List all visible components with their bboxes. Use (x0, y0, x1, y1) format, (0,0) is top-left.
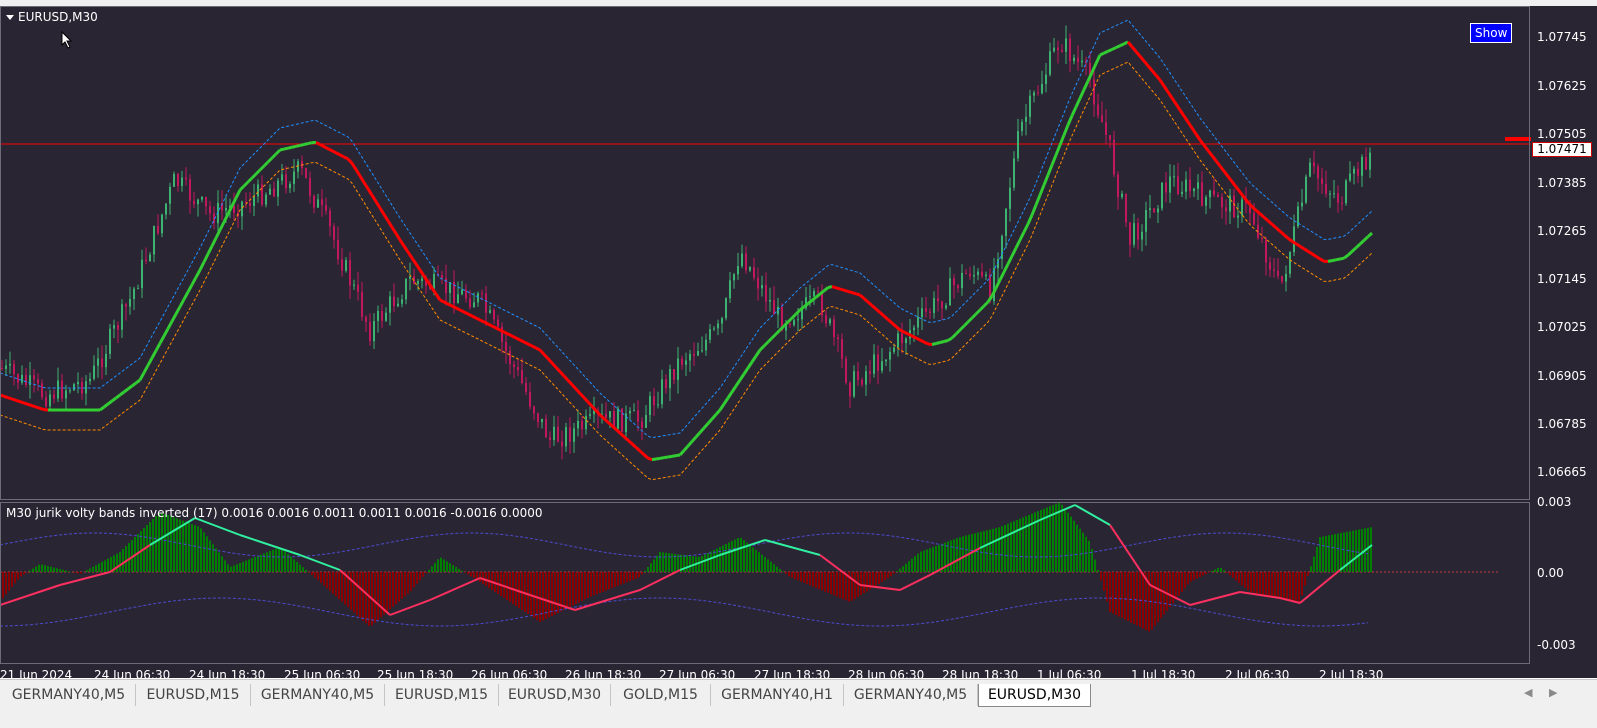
symbol-label: EURUSD,M30 (18, 10, 98, 24)
tab-eurusd-m30[interactable]: EURUSD,M30 (499, 684, 611, 706)
tab-eurusd-m15[interactable]: EURUSD,M15 (385, 684, 499, 706)
price-axis-label: 1.06665 (1537, 465, 1587, 479)
chevron-down-icon[interactable] (6, 15, 14, 20)
price-axis-label: 1.07145 (1537, 272, 1587, 286)
chart-tab-bar: GERMANY40,M5 EURUSD,M15 GERMANY40,M5 EUR… (0, 679, 1597, 728)
tab-germany40-m5[interactable]: GERMANY40,M5 (844, 684, 978, 706)
mouse-pointer-icon (61, 31, 73, 49)
main-chart-pane (0, 6, 1530, 500)
chevron-left-icon[interactable]: ◀ (1524, 686, 1532, 699)
current-price-tag: 1.07471 (1532, 142, 1592, 157)
price-axis-label: 1.07745 (1537, 30, 1587, 44)
chevron-right-icon[interactable]: ▶ (1549, 686, 1557, 699)
indicator-axis-label: 0.003 (1537, 495, 1571, 509)
price-axis-label: 1.06905 (1537, 369, 1587, 383)
price-axis-label: 1.07625 (1537, 79, 1587, 93)
price-axis-label: 1.06785 (1537, 417, 1587, 431)
indicator-pane (0, 502, 1530, 664)
tab-gold-m15[interactable]: GOLD,M15 (611, 684, 711, 706)
price-axis-label: 1.07265 (1537, 224, 1587, 238)
price-axis-label: 1.07025 (1537, 320, 1587, 334)
indicator-axis-label: 0.00 (1537, 566, 1564, 580)
tab-germany40-m5[interactable]: GERMANY40,M5 (2, 684, 136, 706)
price-axis-label: 1.07385 (1537, 176, 1587, 190)
indicator-label: M30 jurik volty bands inverted (17) 0.00… (6, 506, 543, 520)
tab-germany40-m5[interactable]: GERMANY40,M5 (251, 684, 385, 706)
tab-eurusd-m15[interactable]: EURUSD,M15 (136, 684, 251, 706)
symbol-title[interactable]: EURUSD,M30 (6, 10, 98, 24)
price-axis-label: 1.07505 (1537, 127, 1587, 141)
tab-eurusd-m30-active[interactable]: EURUSD,M30 (978, 684, 1091, 707)
show-button[interactable]: Show (1470, 23, 1512, 43)
tab-germany40-h1[interactable]: GERMANY40,H1 (711, 684, 844, 706)
indicator-axis-label: -0.003 (1537, 638, 1576, 652)
